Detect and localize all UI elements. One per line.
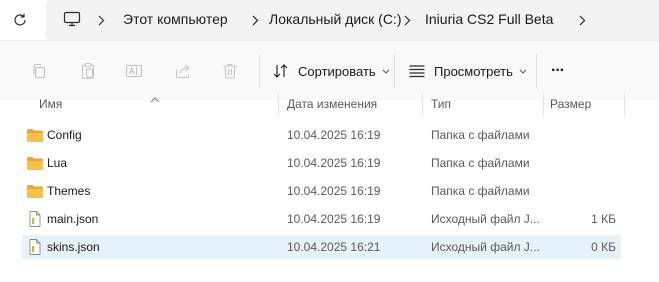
file-date: 10.04.2025 16:21 xyxy=(287,240,381,254)
rename-icon xyxy=(125,64,143,78)
file-name: main.json xyxy=(47,212,99,226)
breadcrumb-current-folder[interactable]: Iniuria CS2 Full Beta xyxy=(425,11,553,27)
chevron-right-icon[interactable] xyxy=(402,11,412,29)
sort-icon xyxy=(273,64,288,78)
view-button[interactable]: Просмотреть xyxy=(408,57,527,85)
column-divider[interactable] xyxy=(543,92,544,116)
sort-ascending-icon xyxy=(150,90,160,108)
file-type: Папка с файлами xyxy=(431,184,530,198)
breadcrumb[interactable]: Этот компьютер Локальный диск (C:) Iniur… xyxy=(46,0,659,40)
file-size: 1 КБ xyxy=(591,212,616,226)
file-date: 10.04.2025 16:19 xyxy=(287,156,381,170)
paste-button[interactable] xyxy=(72,57,104,85)
column-date[interactable]: Дата изменения xyxy=(287,97,377,111)
computer-icon[interactable] xyxy=(63,11,81,32)
sort-label: Сортировать xyxy=(298,63,376,79)
list-item[interactable]: main.json 10.04.2025 16:19 Исходный файл… xyxy=(22,207,621,231)
folder-icon xyxy=(27,129,43,142)
file-type: Папка с файлами xyxy=(431,156,530,170)
sort-button[interactable]: Сортировать xyxy=(272,57,390,85)
file-name: Lua xyxy=(47,156,68,170)
file-type: Исходный файл J... xyxy=(431,212,540,226)
chevron-right-icon[interactable] xyxy=(96,11,106,29)
copy-button[interactable] xyxy=(23,57,55,85)
view-label: Просмотреть xyxy=(434,63,513,79)
breadcrumb-local-disk[interactable]: Локальный диск (C:) xyxy=(269,11,402,27)
file-type: Папка с файлами xyxy=(431,128,530,142)
more-options-button[interactable]: ··· xyxy=(551,57,565,85)
delete-icon xyxy=(223,63,237,79)
list-item[interactable]: Lua 10.04.2025 16:19 Папка с файлами xyxy=(22,151,621,175)
column-header: Имя Дата изменения Тип Размер xyxy=(0,90,659,118)
toolbar-divider xyxy=(394,54,395,88)
column-size[interactable]: Размер xyxy=(550,97,591,111)
breadcrumb-this-pc[interactable]: Этот компьютер xyxy=(123,11,228,27)
refresh-icon xyxy=(14,13,26,26)
file-size: 0 КБ xyxy=(591,240,616,254)
refresh-button[interactable] xyxy=(8,8,32,32)
paste-icon xyxy=(81,62,95,80)
column-divider[interactable] xyxy=(278,92,279,116)
file-date: 10.04.2025 16:19 xyxy=(287,212,381,226)
folder-icon xyxy=(27,185,43,198)
file-name: skins.json xyxy=(47,240,100,254)
json-file-icon xyxy=(29,239,41,255)
column-name[interactable]: Имя xyxy=(39,97,62,111)
file-name: Themes xyxy=(47,184,91,198)
rename-button[interactable] xyxy=(118,57,150,85)
list-item[interactable]: Config 10.04.2025 16:19 Папка с файлами xyxy=(22,123,621,147)
chevron-right-icon[interactable] xyxy=(577,11,587,29)
share-icon xyxy=(175,64,190,79)
list-item-selected[interactable]: skins.json 10.04.2025 16:21 Исходный фай… xyxy=(22,235,621,259)
column-divider[interactable] xyxy=(422,92,423,116)
column-type[interactable]: Тип xyxy=(431,97,451,111)
folder-icon xyxy=(27,157,43,170)
file-date: 10.04.2025 16:19 xyxy=(287,128,381,142)
share-button[interactable] xyxy=(167,57,199,85)
chevron-down-icon xyxy=(519,69,527,74)
view-icon xyxy=(409,65,425,78)
chevron-down-icon xyxy=(382,69,390,74)
toolbar-divider xyxy=(259,54,260,88)
json-file-icon xyxy=(29,211,41,227)
file-date: 10.04.2025 16:19 xyxy=(287,184,381,198)
chevron-right-icon[interactable] xyxy=(250,11,260,29)
copy-icon xyxy=(33,63,46,79)
address-bar: Этот компьютер Локальный диск (C:) Iniur… xyxy=(0,0,659,40)
more-icon: ··· xyxy=(551,62,565,79)
column-divider[interactable] xyxy=(624,92,625,116)
file-type: Исходный файл J... xyxy=(431,240,540,254)
file-name: Config xyxy=(47,128,82,142)
delete-button[interactable] xyxy=(214,57,246,85)
list-item[interactable]: Themes 10.04.2025 16:19 Папка с файлами xyxy=(22,179,621,203)
toolbar-divider xyxy=(536,54,537,88)
